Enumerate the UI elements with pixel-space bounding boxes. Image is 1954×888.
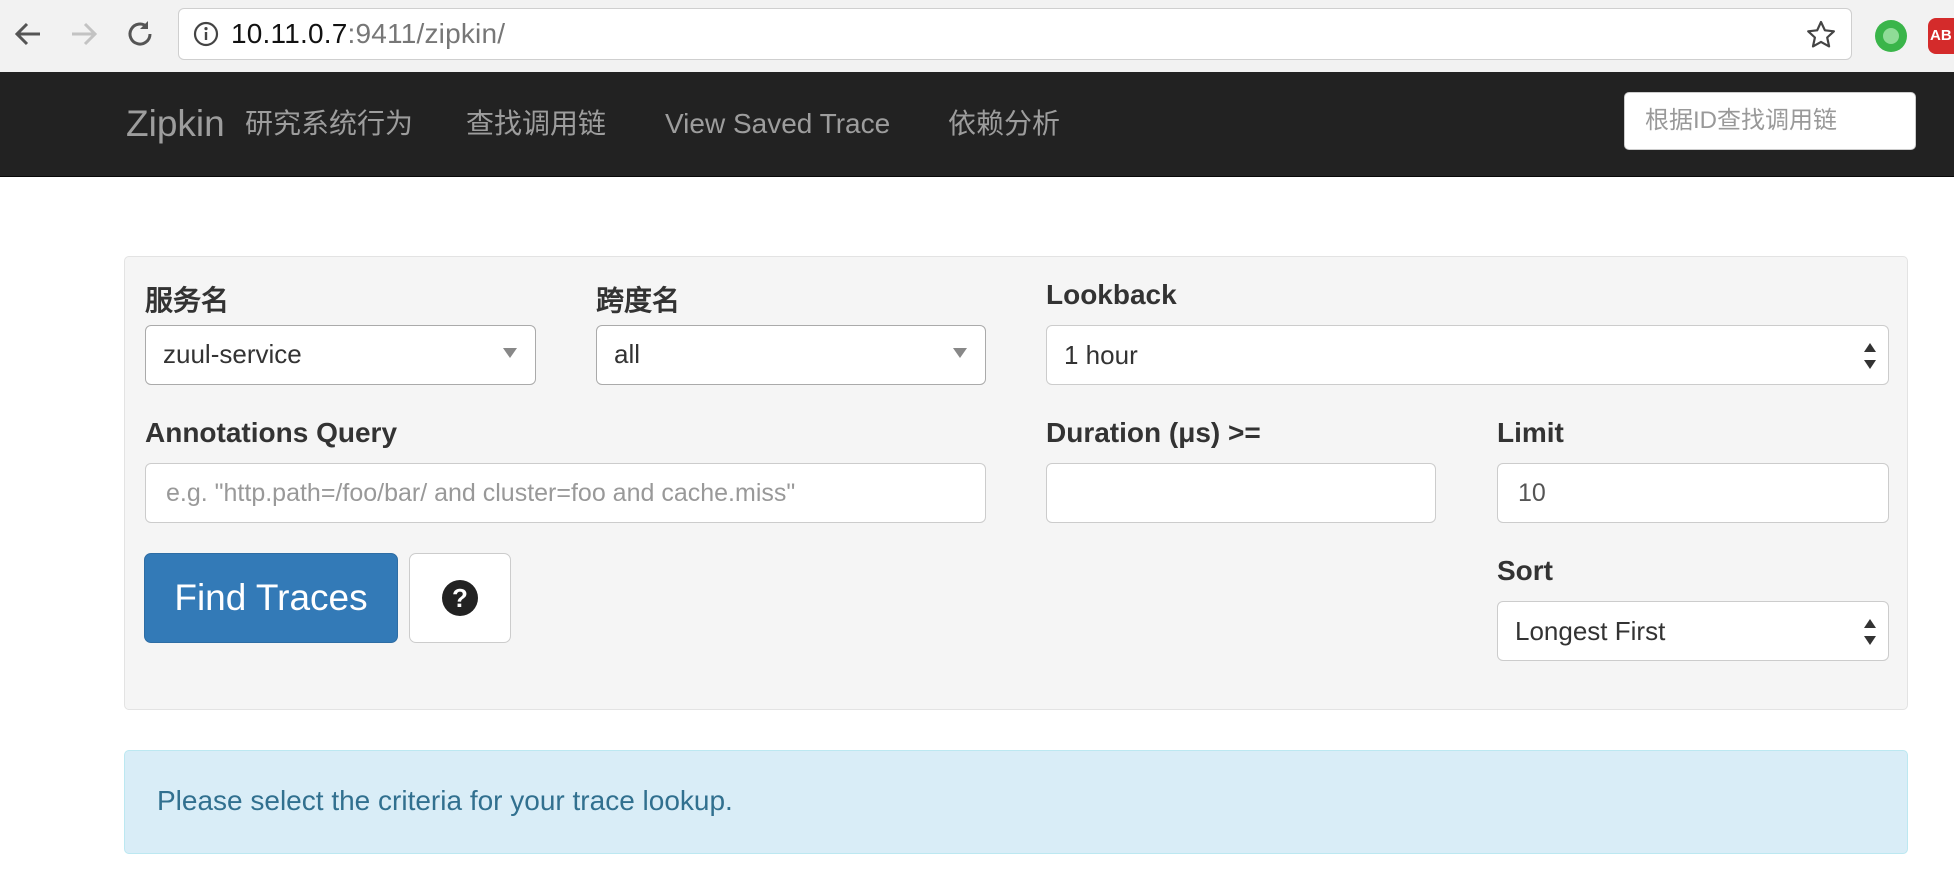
chevron-down-icon [503,348,517,358]
duration-input[interactable] [1046,463,1436,523]
nav-link-view-saved-trace[interactable]: View Saved Trace [665,72,890,176]
trace-search-form: 服务名 zuul-service 跨度名 all Lookback 1 hour… [124,256,1908,710]
select-arrows-icon [1864,343,1878,369]
bookmark-star-icon[interactable] [1805,19,1837,51]
url-path: :9411/zipkin/ [347,18,506,49]
nav-link-study-system-behavior[interactable]: 研究系统行为 [245,72,413,176]
span-name-select[interactable]: all [596,325,986,385]
find-traces-button[interactable]: Find Traces [144,553,398,643]
select-arrows-icon [1864,619,1878,645]
service-name-select[interactable]: zuul-service [145,325,536,385]
help-button[interactable]: ? [409,553,511,643]
lookback-label: Lookback [1046,279,1177,310]
annotations-query-label: Annotations Query [145,417,398,448]
nav-link-dependencies[interactable]: 依赖分析 [948,72,1060,176]
duration-label: Duration (μs) >= [1046,417,1261,448]
info-alert: Please select the criteria for your trac… [124,750,1908,854]
service-name-label: 服务名 [145,285,230,316]
limit-label: Limit [1497,417,1564,448]
info-icon[interactable] [193,21,219,47]
span-name-value: all [614,339,641,369]
span-name-label: 跨度名 [596,285,681,316]
browser-toolbar: 10.11.0.7:9411/zipkin/ AB [0,0,1954,73]
info-alert-message: Please select the criteria for your trac… [157,785,733,816]
brand-logo[interactable]: Zipkin [126,72,225,176]
lookback-value: 1 hour [1064,340,1138,370]
forward-arrow-icon[interactable] [66,14,102,54]
trace-id-search-input[interactable] [1624,92,1916,150]
reload-icon[interactable] [122,14,158,54]
url-text: 10.11.0.7:9411/zipkin/ [231,9,505,59]
lookback-select[interactable]: 1 hour [1046,325,1889,385]
chevron-down-icon [953,348,967,358]
question-circle-icon: ? [442,580,478,616]
green-circle-extension-icon[interactable] [1875,20,1907,52]
nav-link-find-trace[interactable]: 查找调用链 [466,72,606,176]
limit-input[interactable] [1497,463,1889,523]
back-arrow-icon[interactable] [10,14,46,54]
sort-select[interactable]: Longest First [1497,601,1889,661]
url-host: 10.11.0.7 [231,18,348,49]
address-bar[interactable]: 10.11.0.7:9411/zipkin/ [178,8,1852,60]
sort-value: Longest First [1515,616,1666,646]
adblock-icon[interactable]: AB [1928,18,1954,54]
service-name-value: zuul-service [163,339,302,369]
sort-label: Sort [1497,555,1553,586]
annotations-query-input[interactable] [145,463,986,523]
